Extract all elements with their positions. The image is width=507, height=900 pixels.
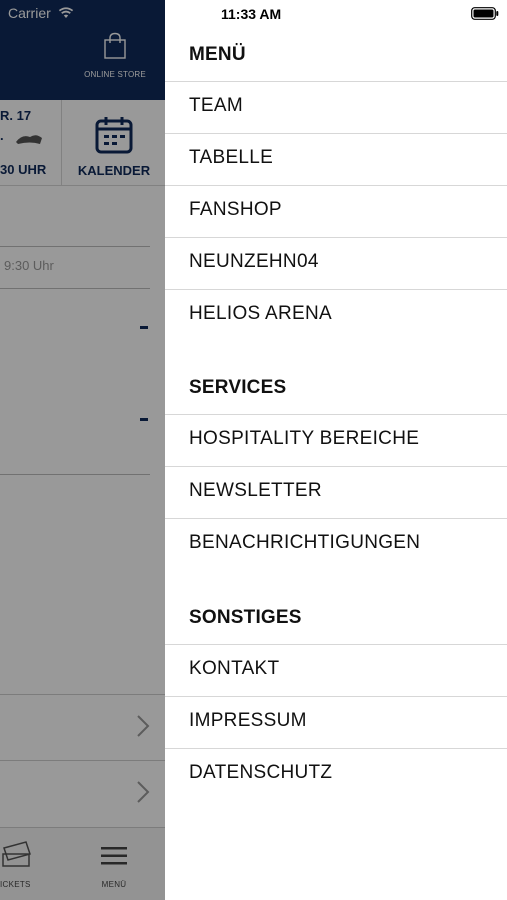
menu-item-benachrichtigungen[interactable]: BENACHRICHTIGUNGEN [165,518,507,570]
menu-item-team[interactable]: TEAM [165,81,507,133]
menu-item-label: BENACHRICHTIGUNGEN [189,532,421,553]
menu-item-label: NEUNZEHN04 [189,251,319,272]
menu-item-label: HELIOS ARENA [189,303,332,324]
section-title-menu: MENÜ [189,44,246,65]
menu-item-label: DATENSCHUTZ [189,762,333,783]
status-time: 11:33 AM [221,6,282,22]
menu-item-fanshop[interactable]: FANSHOP [165,185,507,237]
menu-item-label: NEWSLETTER [189,480,322,501]
menu-item-impressum[interactable]: IMPRESSUM [165,696,507,748]
menu-item-datenschutz[interactable]: DATENSCHUTZ [165,748,507,800]
menu-item-hospitality[interactable]: HOSPITALITY BEREICHE [165,414,507,466]
dim-overlay[interactable] [0,0,165,900]
menu-item-label: KONTAKT [189,658,280,679]
menu-item-label: TEAM [189,95,243,116]
menu-item-newsletter[interactable]: NEWSLETTER [165,466,507,518]
side-menu: 11:33 AM MENÜ TEAM TABELLE FANSHOP NEUNZ… [165,0,507,900]
menu-item-kontakt[interactable]: KONTAKT [165,644,507,696]
menu-item-label: HOSPITALITY BEREICHE [189,428,420,449]
section-title-sonstiges: SONSTIGES [189,607,302,628]
battery-icon [471,7,499,20]
menu-item-label: IMPRESSUM [189,710,307,731]
menu-item-tabelle[interactable]: TABELLE [165,133,507,185]
menu-item-neunzehn04[interactable]: NEUNZEHN04 [165,237,507,289]
menu-item-label: FANSHOP [189,199,282,220]
section-title-services: SERVICES [189,377,287,398]
menu-item-label: TABELLE [189,147,274,168]
menu-item-helios-arena[interactable]: HELIOS ARENA [165,289,507,341]
